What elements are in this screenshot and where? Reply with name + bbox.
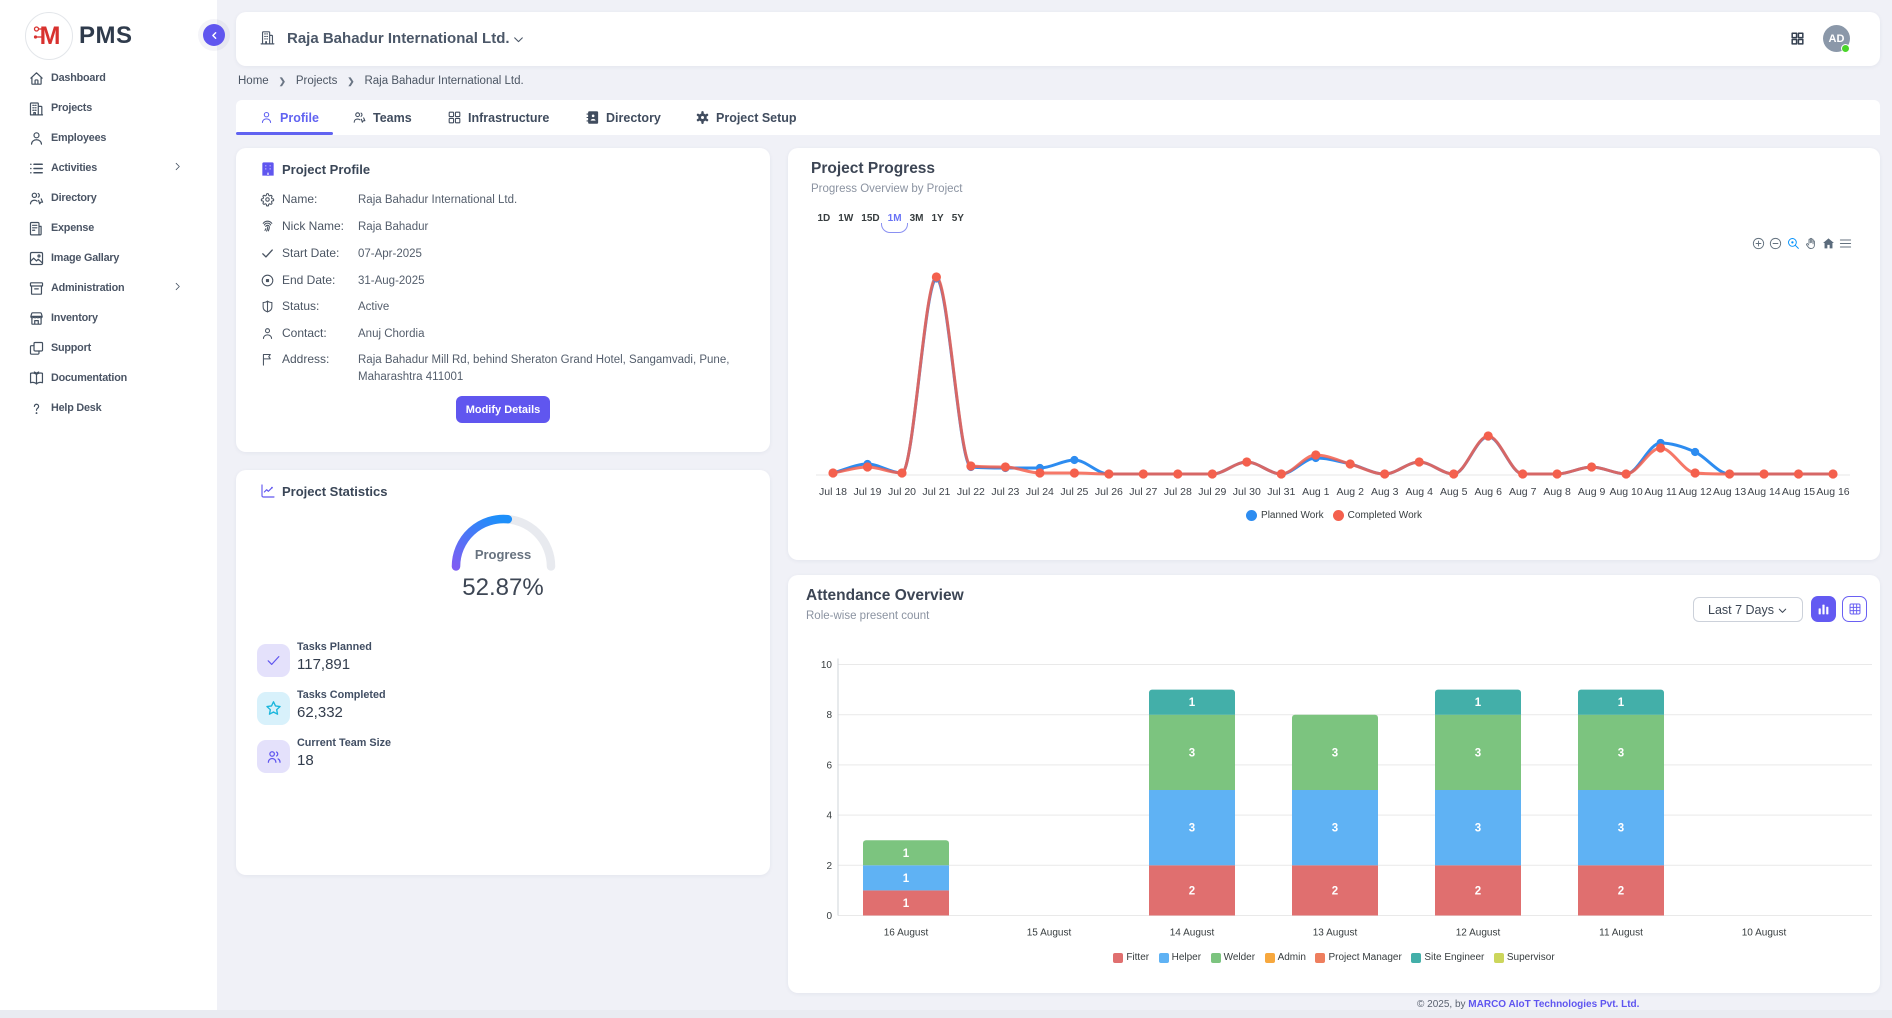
svg-text:6: 6 (826, 760, 832, 771)
svg-text:Jul 29: Jul 29 (1198, 486, 1226, 498)
svg-text:Jul 31: Jul 31 (1267, 486, 1295, 498)
svg-text:3: 3 (1618, 747, 1624, 759)
svg-text:Jul 24: Jul 24 (1026, 486, 1054, 498)
svg-text:1: 1 (1618, 697, 1625, 709)
svg-text:Aug 7: Aug 7 (1509, 486, 1537, 498)
svg-text:16 August: 16 August (884, 928, 929, 939)
svg-text:Aug 12: Aug 12 (1678, 486, 1711, 498)
svg-text:Aug 9: Aug 9 (1578, 486, 1606, 498)
svg-text:2: 2 (826, 861, 832, 872)
svg-text:12 August: 12 August (1456, 928, 1501, 939)
svg-text:3: 3 (1618, 823, 1624, 835)
svg-text:Aug 8: Aug 8 (1543, 486, 1571, 498)
svg-text:Jul 27: Jul 27 (1129, 486, 1157, 498)
svg-text:2: 2 (1189, 885, 1195, 897)
svg-text:3: 3 (1189, 747, 1195, 759)
svg-text:Aug 1: Aug 1 (1302, 486, 1330, 498)
svg-text:3: 3 (1475, 823, 1481, 835)
svg-text:Jul 22: Jul 22 (957, 486, 985, 498)
svg-text:1: 1 (1475, 697, 1482, 709)
svg-text:14 August: 14 August (1170, 928, 1215, 939)
svg-text:11 August: 11 August (1599, 928, 1643, 939)
svg-text:Jul 20: Jul 20 (888, 486, 916, 498)
svg-text:3: 3 (1332, 823, 1338, 835)
svg-text:0: 0 (826, 911, 832, 922)
svg-text:Jul 26: Jul 26 (1095, 486, 1123, 498)
svg-text:Jul 25: Jul 25 (1060, 486, 1088, 498)
svg-text:2: 2 (1618, 885, 1624, 897)
svg-text:15 August: 15 August (1027, 928, 1072, 939)
svg-text:Aug 10: Aug 10 (1609, 486, 1642, 498)
svg-text:8: 8 (826, 710, 832, 721)
svg-text:Aug 3: Aug 3 (1371, 486, 1399, 498)
svg-text:2: 2 (1332, 885, 1338, 897)
svg-text:Aug 16: Aug 16 (1816, 486, 1849, 498)
svg-text:10: 10 (821, 660, 833, 671)
svg-text:1: 1 (1189, 697, 1196, 709)
svg-text:Aug 5: Aug 5 (1440, 486, 1468, 498)
svg-text:Jul 23: Jul 23 (991, 486, 1019, 498)
svg-text:Aug 11: Aug 11 (1644, 486, 1677, 498)
svg-text:2: 2 (1475, 885, 1481, 897)
svg-text:Jul 30: Jul 30 (1233, 486, 1261, 498)
svg-text:1: 1 (903, 848, 910, 860)
svg-text:1: 1 (903, 873, 910, 885)
svg-text:Aug 15: Aug 15 (1782, 486, 1815, 498)
svg-text:3: 3 (1332, 747, 1338, 759)
svg-text:Aug 14: Aug 14 (1747, 486, 1780, 498)
svg-text:Aug 13: Aug 13 (1713, 486, 1746, 498)
svg-text:Aug 2: Aug 2 (1336, 486, 1364, 498)
svg-text:Jul 21: Jul 21 (922, 486, 950, 498)
svg-text:Aug 6: Aug 6 (1474, 486, 1502, 498)
svg-text:Jul 18: Jul 18 (819, 486, 847, 498)
svg-text:13 August: 13 August (1313, 928, 1358, 939)
svg-text:1: 1 (903, 898, 910, 910)
svg-text:Aug 4: Aug 4 (1405, 486, 1433, 498)
svg-text:Jul 28: Jul 28 (1164, 486, 1192, 498)
svg-text:M: M (40, 22, 61, 50)
svg-text:Jul 19: Jul 19 (853, 486, 881, 498)
svg-text:10 August: 10 August (1742, 928, 1787, 939)
svg-text:4: 4 (826, 811, 832, 822)
svg-text:3: 3 (1475, 747, 1481, 759)
svg-text:3: 3 (1189, 823, 1195, 835)
